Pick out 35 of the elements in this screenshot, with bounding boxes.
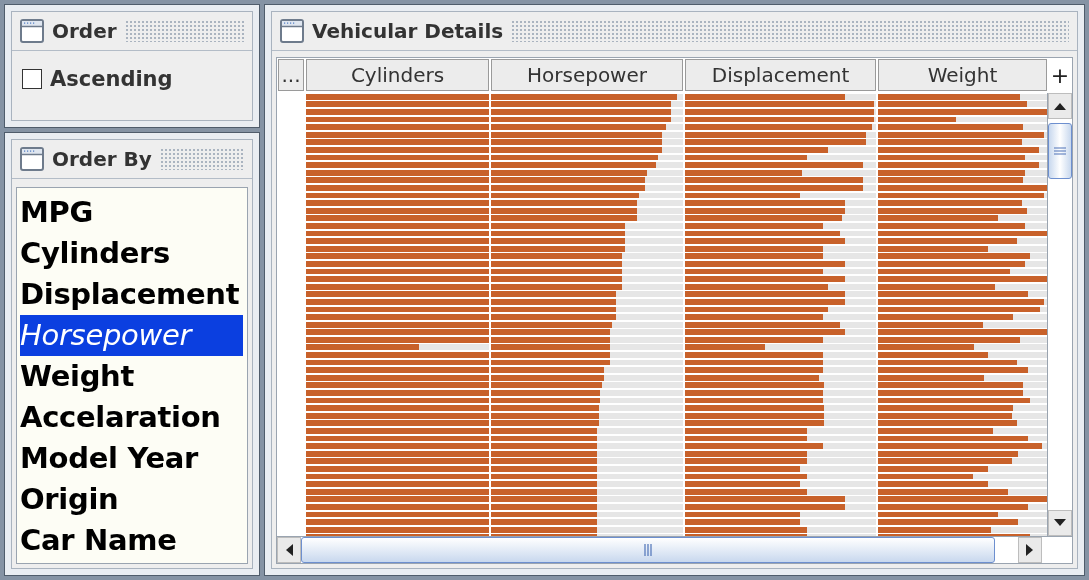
vertical-scrollbar[interactable] (1047, 93, 1072, 536)
scroll-thumb[interactable] (1048, 123, 1072, 179)
left-arrow-icon (285, 544, 293, 556)
ascending-checkbox[interactable]: Ascending (22, 67, 173, 91)
list-item[interactable]: Cylinders (20, 233, 243, 274)
list-item[interactable]: Accelaration (20, 397, 243, 438)
grip-lines-icon (644, 544, 652, 556)
list-item[interactable]: Weight (20, 356, 243, 397)
window-icon (20, 147, 44, 171)
window-icon (20, 19, 44, 43)
panel-title: Order (52, 19, 117, 43)
scroll-left-button[interactable] (277, 537, 301, 563)
column-header[interactable]: Weight (878, 59, 1047, 91)
panel-title: Order By (52, 147, 152, 171)
down-arrow-icon (1054, 519, 1066, 527)
scroll-up-button[interactable] (1048, 93, 1072, 119)
drag-grip[interactable] (511, 20, 1069, 42)
list-item[interactable]: Model Year (20, 438, 243, 479)
list-item[interactable]: Displacement (20, 274, 243, 315)
drag-grip[interactable] (124, 20, 244, 42)
grip-lines-icon (1054, 147, 1066, 155)
right-arrow-icon (1026, 544, 1034, 556)
column-header[interactable]: Cylinders (306, 59, 489, 91)
list-item[interactable]: Origin (20, 479, 243, 520)
list-item[interactable]: MPG (20, 192, 243, 233)
panel-title: Vehicular Details (312, 19, 504, 43)
column-header[interactable]: Horsepower (491, 59, 683, 91)
column-header[interactable]: Displacement (685, 59, 876, 91)
scroll-right-button[interactable] (1018, 537, 1042, 563)
list-item[interactable]: Car Name (20, 520, 243, 561)
list-item[interactable]: Horsepower (20, 315, 243, 356)
window-icon (280, 19, 304, 43)
corner-header[interactable]: ... (278, 59, 304, 91)
scroll-down-button[interactable] (1048, 510, 1072, 536)
up-arrow-icon (1054, 102, 1066, 110)
